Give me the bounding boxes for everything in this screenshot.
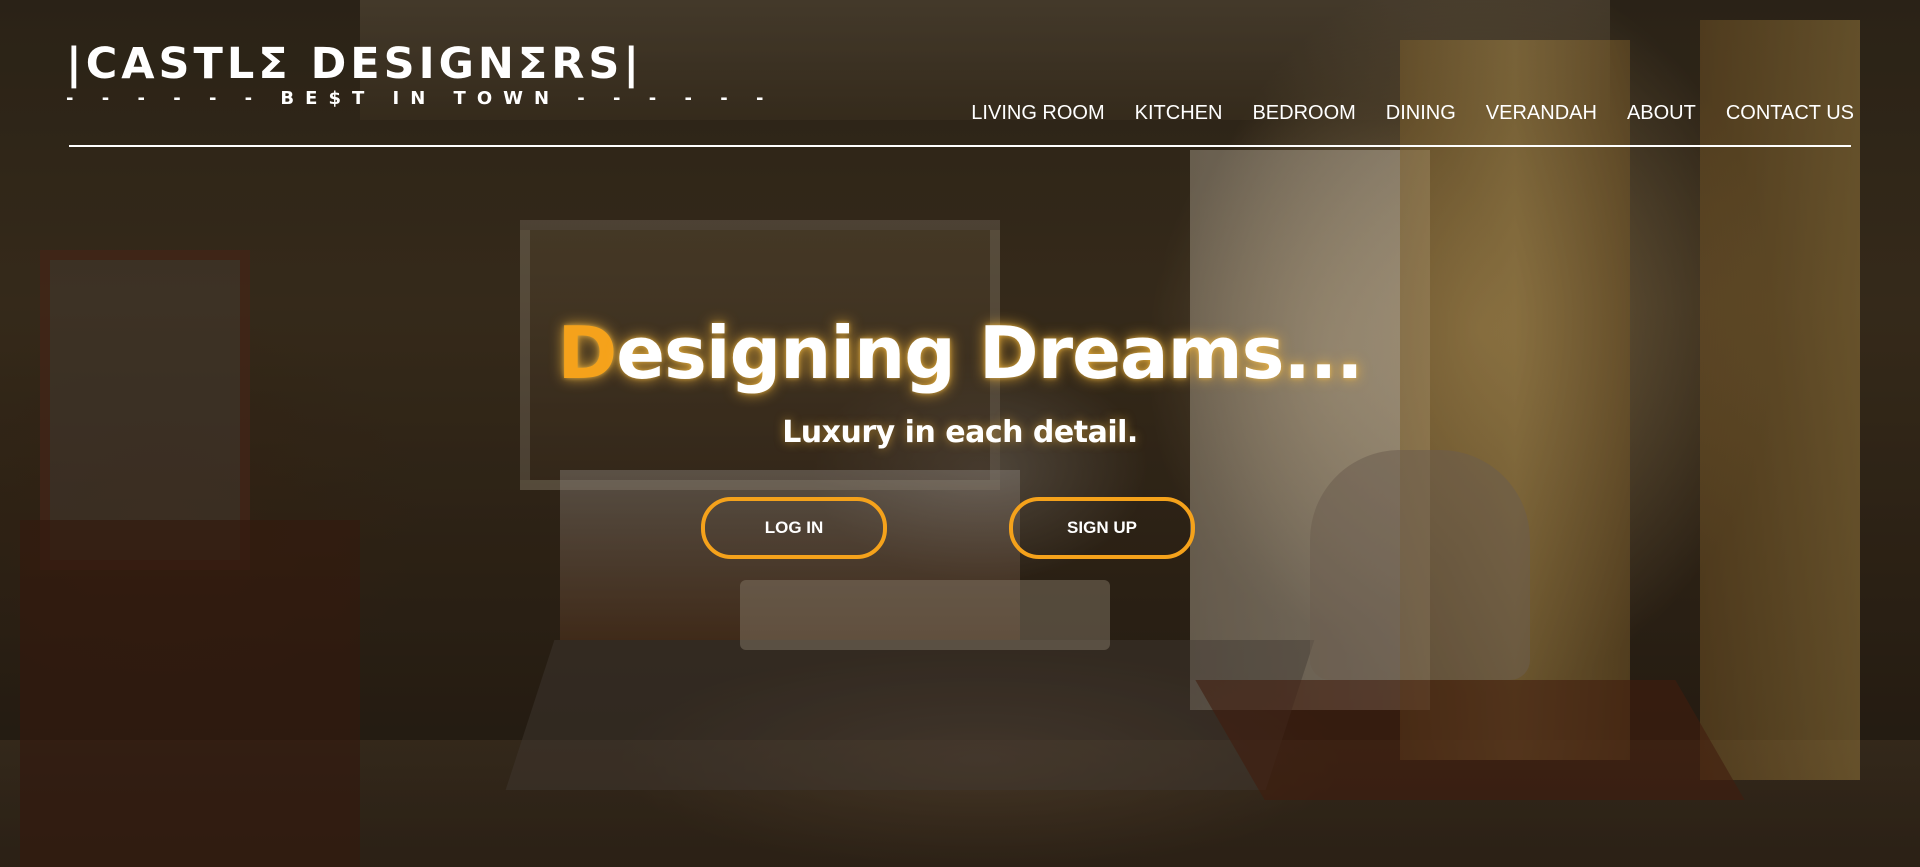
log-in-button[interactable]: LOG IN — [701, 497, 887, 559]
nav-item-dining[interactable]: DINING — [1386, 102, 1456, 125]
brand-logo[interactable]: |CASTLΣ DESIGNΣRS| - - - - - - BE$T IN T… — [66, 40, 774, 110]
nav-item-kitchen[interactable]: KITCHEN — [1135, 102, 1223, 125]
nav-item-living-room[interactable]: LIVING ROOM — [971, 102, 1104, 125]
nav-item-verandah[interactable]: VERANDAH — [1486, 102, 1597, 125]
nav-item-bedroom[interactable]: BEDROOM — [1252, 102, 1355, 125]
brand-tagline: - - - - - - BE$T IN TOWN - - - - - - — [66, 88, 775, 109]
headline-accent-letter: D — [557, 311, 617, 395]
brand-name: |CASTLΣ DESIGNΣRS| — [66, 39, 644, 89]
nav-item-about[interactable]: ABOUT — [1627, 102, 1696, 125]
hero-section: |CASTLΣ DESIGNΣRS| - - - - - - BE$T IN T… — [0, 0, 1920, 867]
nav-item-contact-us[interactable]: CONTACT US — [1726, 102, 1854, 125]
sign-up-button[interactable]: SIGN UP — [1009, 497, 1195, 559]
headline-text: esigning Dreams... — [616, 311, 1363, 395]
hero-subheadline: Luxury in each detail. — [782, 415, 1138, 450]
main-nav: LIVING ROOM KITCHEN BEDROOM DINING VERAN… — [971, 102, 1854, 125]
hero-headline: Designing Dreams... — [0, 308, 1920, 398]
nav-divider — [69, 145, 1851, 147]
